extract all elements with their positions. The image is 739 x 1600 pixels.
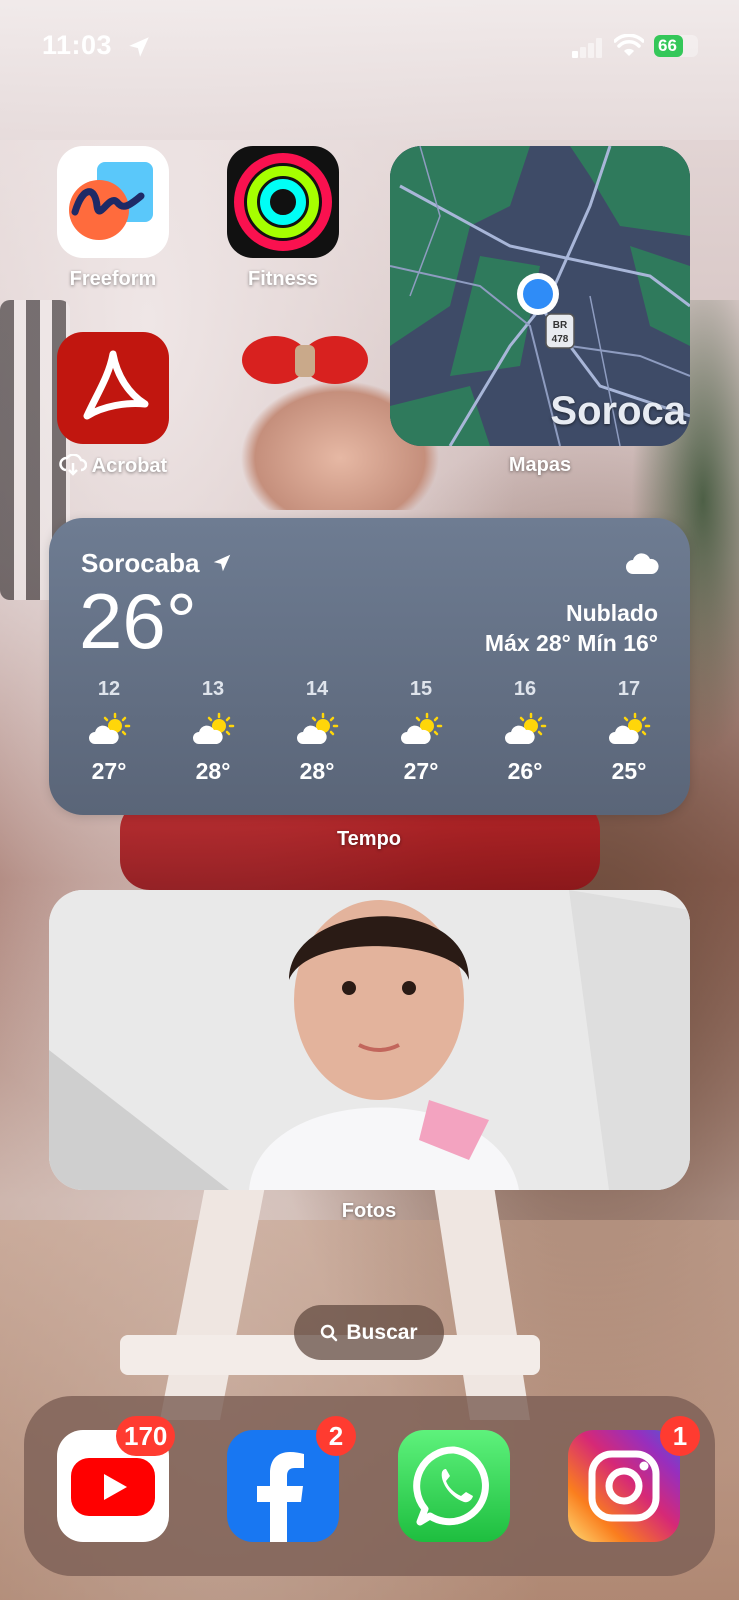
forecast-hour: 14 (305, 678, 329, 700)
weather-widget[interactable]: Sorocaba 26° Nublado Máx 28° Mín 16° 12 2… (49, 518, 690, 815)
forecast-temp: 27° (91, 758, 127, 784)
forecast-item: 15 27° (369, 678, 473, 798)
youtube-notification-badge: 170 (116, 1416, 176, 1456)
weather-city: Sorocaba (81, 548, 233, 579)
weather-temperature: 26° (79, 577, 197, 665)
freeform-label: Freeform (69, 268, 157, 290)
acrobat-app-icon[interactable] (57, 332, 169, 444)
weather-label: Tempo (336, 828, 402, 850)
forecast-hour: 12 (97, 678, 121, 700)
acrobat-label: Acrobat (28, 453, 198, 478)
wallpaper-rocking-chair (120, 1160, 540, 1420)
acrobat-logo-icon (83, 350, 149, 420)
forecast-item: 17 25° (577, 678, 681, 798)
clock: 11:03 (42, 30, 113, 60)
partly-cloudy-icon (369, 708, 473, 752)
wifi-icon (614, 34, 644, 56)
partly-cloudy-icon (473, 708, 577, 752)
forecast-item: 14 28° (265, 678, 369, 798)
activity-rings-icon (234, 153, 332, 251)
wallpaper-red-bow (242, 336, 368, 384)
forecast-item: 16 26° (473, 678, 577, 798)
forecast-item: 12 27° (57, 678, 161, 798)
forecast-item: 13 28° (161, 678, 265, 798)
hourly-forecast: 12 27° 13 28° 14 28° 15 27° 16 26° 17 25° (57, 678, 681, 798)
instagram-notification-badge: 1 (660, 1416, 700, 1456)
weather-city-name: Sorocaba (81, 548, 200, 578)
location-arrow-icon (129, 37, 149, 57)
status-bar: 11:03 66 (0, 30, 739, 66)
partly-cloudy-icon (577, 708, 681, 752)
weather-condition: Nublado (566, 600, 658, 626)
forecast-hour: 16 (513, 678, 537, 700)
road-sign-top: BR (553, 320, 568, 331)
forecast-hour: 13 (201, 678, 225, 700)
whatsapp-logo-icon (413, 1446, 489, 1526)
location-arrow-icon (213, 554, 230, 572)
forecast-temp: 28° (195, 758, 231, 784)
forecast-hour: 15 (409, 678, 433, 700)
battery-indicator: 66 (654, 35, 698, 57)
maps-widget[interactable]: BR 478 Soroca (390, 146, 690, 446)
forecast-hour: 17 (617, 678, 641, 700)
weather-high-low: Máx 28° Mín 16° (484, 630, 658, 656)
cellular-signal-icon (572, 38, 602, 58)
forecast-temp: 27° (403, 758, 439, 784)
photos-widget[interactable] (49, 890, 690, 1190)
photos-label: Fotos (341, 1200, 397, 1222)
dock: 170 2 1 (24, 1396, 715, 1576)
maps-label: Mapas (508, 454, 572, 476)
fitness-label: Fitness (247, 268, 319, 290)
forecast-temp: 26° (507, 758, 543, 784)
forecast-temp: 28° (299, 758, 335, 784)
featured-photo (49, 890, 690, 1190)
partly-cloudy-icon (265, 708, 369, 752)
freeform-app-icon[interactable] (57, 146, 169, 258)
search-icon (321, 1324, 338, 1341)
icloud-download-icon (59, 453, 87, 476)
search-label: Buscar (346, 1320, 418, 1344)
forecast-temp: 25° (611, 758, 647, 784)
acrobat-label-text: Acrobat (91, 455, 168, 477)
partly-cloudy-icon (57, 708, 161, 752)
battery-percent: 66 (658, 36, 677, 55)
partly-cloudy-icon (161, 708, 265, 752)
maps-city-label: Soroca (550, 389, 686, 433)
whatsapp-app-icon[interactable] (398, 1430, 510, 1542)
cloud-icon (626, 553, 659, 574)
freeform-icon (69, 162, 153, 240)
spotlight-search-button[interactable]: Buscar (294, 1305, 444, 1360)
fitness-app-icon[interactable] (227, 146, 339, 258)
road-sign-bottom: 478 (552, 334, 569, 345)
facebook-notification-badge: 2 (316, 1416, 356, 1456)
wallpaper-mantel (0, 0, 739, 140)
